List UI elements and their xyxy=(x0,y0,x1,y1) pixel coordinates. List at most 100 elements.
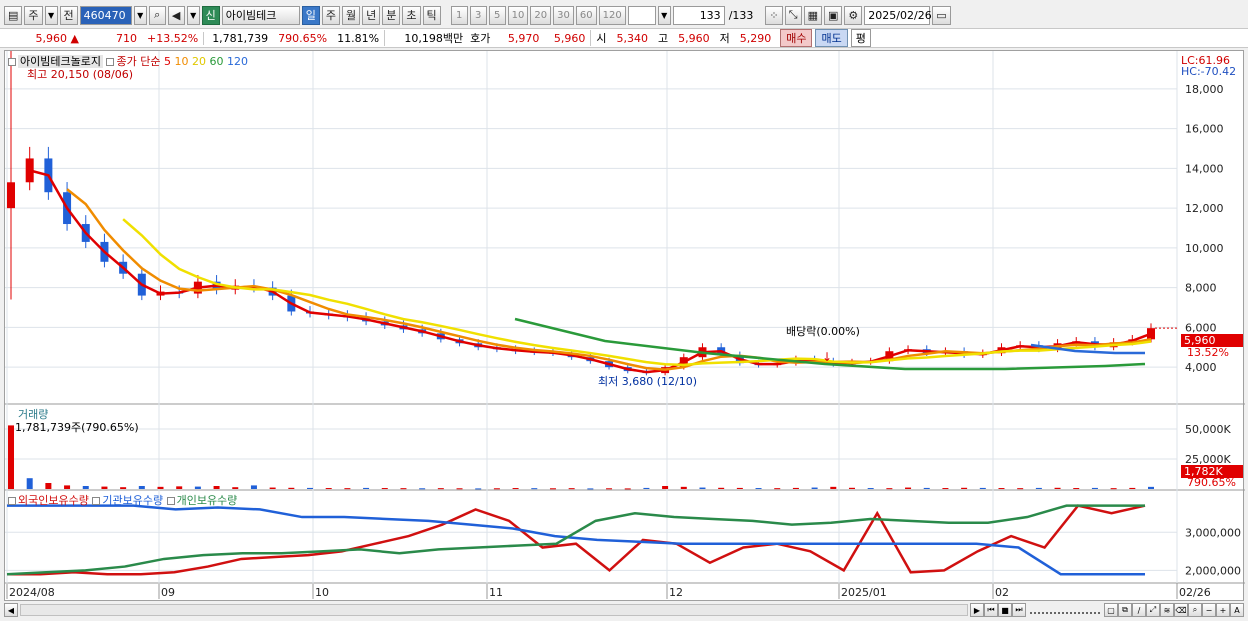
fibonacci-icon[interactable]: ≋ xyxy=(1160,603,1174,617)
volume-last-pct-tag: 790.65% xyxy=(1187,476,1236,489)
volume-bar xyxy=(680,486,687,489)
volume-bar xyxy=(942,488,949,490)
rewind-icon[interactable]: ⏮ xyxy=(984,603,998,617)
volume-bar xyxy=(624,488,631,490)
y-tick-label: 12,000 xyxy=(1185,202,1224,215)
volume-bar xyxy=(232,487,239,489)
price-change-pct: +13.52% xyxy=(147,31,199,45)
fast-forward-icon[interactable]: ⏭ xyxy=(1012,603,1026,617)
interval-custom-input[interactable] xyxy=(627,5,656,25)
volume-bar xyxy=(1110,488,1117,490)
zoom-search-icon[interactable]: ⌕ xyxy=(1188,603,1202,617)
evaluate-button[interactable]: 평 xyxy=(850,29,871,47)
stop-icon[interactable]: ■ xyxy=(998,603,1012,617)
gear-icon[interactable]: ⚙ xyxy=(844,5,863,25)
interval-dropdown-icon[interactable]: ▼ xyxy=(657,5,671,25)
interval-20-button[interactable]: 20 xyxy=(530,5,552,25)
y-tick-label: 50,000K xyxy=(1185,423,1231,436)
legend-checkbox[interactable] xyxy=(92,497,101,505)
x-tick-label: 12 xyxy=(669,586,683,599)
y-tick-label: 14,000 xyxy=(1185,162,1224,175)
holdings-legend: 외국인보유수량 기관보유수량 개인보유수량 xyxy=(8,492,237,508)
sound-icon[interactable]: ◀ xyxy=(167,5,185,25)
volume-bar xyxy=(886,488,893,490)
zoom-tool-icon[interactable]: ⁘ xyxy=(765,5,783,25)
quote-bar: 5,960 ▲ 710 +13.52% 1,781,739 790.65% 11… xyxy=(0,28,1248,48)
interval-120-button[interactable]: 120 xyxy=(598,5,626,25)
legend-checkbox[interactable] xyxy=(8,497,16,505)
legend-checkbox[interactable] xyxy=(166,497,175,505)
buy-button[interactable]: 매수 xyxy=(780,29,813,47)
volume-bar xyxy=(456,488,463,490)
ma5-line xyxy=(29,169,1152,374)
hc-value: HC:-70.42 xyxy=(1181,65,1237,78)
chart-menu-icon[interactable]: ▤ xyxy=(4,5,23,25)
scroll-left-icon[interactable]: ◀ xyxy=(4,603,18,617)
holdings-line-1 xyxy=(7,504,1146,576)
chart-area[interactable]: 2024/08 09 10 11 12 2025/01 02 02/26 18,000 16,00… xyxy=(4,50,1245,601)
volume-bar xyxy=(307,487,314,489)
sound-dropdown-icon[interactable]: ▼ xyxy=(186,5,200,25)
zoom-out-icon[interactable]: − xyxy=(1202,603,1216,617)
period-week-tab[interactable]: 주 xyxy=(321,5,341,25)
ask-price: 5,970 xyxy=(507,31,540,45)
low-price: 5,290 xyxy=(739,31,772,45)
drawing-tool-icon[interactable]: ⧉ xyxy=(1118,603,1132,617)
volume-bar xyxy=(662,486,669,489)
interval-30-button[interactable]: 30 xyxy=(553,5,574,25)
scroll-right-icon[interactable]: ▶ xyxy=(970,603,984,617)
print-icon[interactable]: ▦ xyxy=(803,5,823,25)
crosshair-icon[interactable]: ⤡ xyxy=(784,5,802,25)
sell-button[interactable]: 매도 xyxy=(815,29,848,47)
high-annotation: 최고 20,150 (08/06) xyxy=(27,68,134,81)
market-dropdown-icon[interactable]: ▼ xyxy=(44,5,58,25)
legend-checkbox[interactable] xyxy=(8,58,16,66)
save-icon[interactable]: ▣ xyxy=(824,5,843,25)
interval-60-button[interactable]: 60 xyxy=(575,5,597,25)
volume-bar xyxy=(381,488,388,490)
calendar-icon[interactable]: ▭ xyxy=(932,5,951,25)
period-minute-tab[interactable]: 분 xyxy=(382,5,401,25)
zoom-in-icon[interactable]: + xyxy=(1216,603,1230,617)
legend-ma20: 20 xyxy=(191,55,206,68)
y-tick-label: 2,000,000 xyxy=(1185,564,1241,577)
count-input[interactable]: 133 xyxy=(672,5,725,25)
volume-bar xyxy=(606,488,613,490)
period-day-tab[interactable]: 일 xyxy=(301,5,320,25)
period-second-tab[interactable]: 초 xyxy=(402,5,421,25)
y-tick-label: 4,000 xyxy=(1185,361,1217,374)
mode-select[interactable]: 전 xyxy=(59,5,78,25)
legend-ma120: 120 xyxy=(226,55,248,68)
market-label: 주 xyxy=(28,9,39,22)
volume-bar xyxy=(1129,487,1136,489)
volume-bar xyxy=(64,485,71,489)
chart-type-icon[interactable]: ▢ xyxy=(1104,603,1118,617)
mode-label: 전 xyxy=(63,9,74,22)
line-tool-icon[interactable]: ∕ xyxy=(1132,603,1146,617)
date-input[interactable]: 2025/02/26 xyxy=(864,5,932,25)
chart-scrollbar[interactable]: ◀ ▶ ⏮ ■ ⏭ ▢ ⧉ ∕ ⤢ ≋ ⌫ ⌕ − + A xyxy=(4,602,1244,618)
period-tick-tab[interactable]: 틱 xyxy=(422,5,441,25)
volume-bar xyxy=(792,487,799,489)
font-size-icon[interactable]: A xyxy=(1230,603,1244,617)
interval-5-button[interactable]: 5 xyxy=(488,5,506,25)
trend-tool-icon[interactable]: ⤢ xyxy=(1146,603,1160,617)
zoom-slider[interactable] xyxy=(1030,606,1100,614)
bid-price: 5,960 xyxy=(553,31,586,45)
period-month-tab[interactable]: 월 xyxy=(342,5,361,25)
interval-1-button[interactable]: 1 xyxy=(450,5,468,25)
interval-10-button[interactable]: 10 xyxy=(507,5,529,25)
volume-bar xyxy=(344,488,351,490)
search-icon[interactable]: ⌕ xyxy=(148,5,166,25)
eraser-icon[interactable]: ⌫ xyxy=(1174,603,1188,617)
interval-3-button[interactable]: 3 xyxy=(469,5,487,25)
legend-institution: 기관보유수량 xyxy=(102,494,164,507)
stock-code-input[interactable]: 460470 xyxy=(79,5,132,25)
volume-bar xyxy=(1017,488,1024,490)
volume-bar xyxy=(736,487,743,489)
period-year-tab[interactable]: 년 xyxy=(362,5,381,25)
code-dropdown-icon[interactable]: ▼ xyxy=(133,5,147,25)
market-select[interactable]: 주 xyxy=(24,5,43,25)
scroll-track[interactable] xyxy=(20,604,968,616)
legend-checkbox[interactable] xyxy=(106,58,115,66)
